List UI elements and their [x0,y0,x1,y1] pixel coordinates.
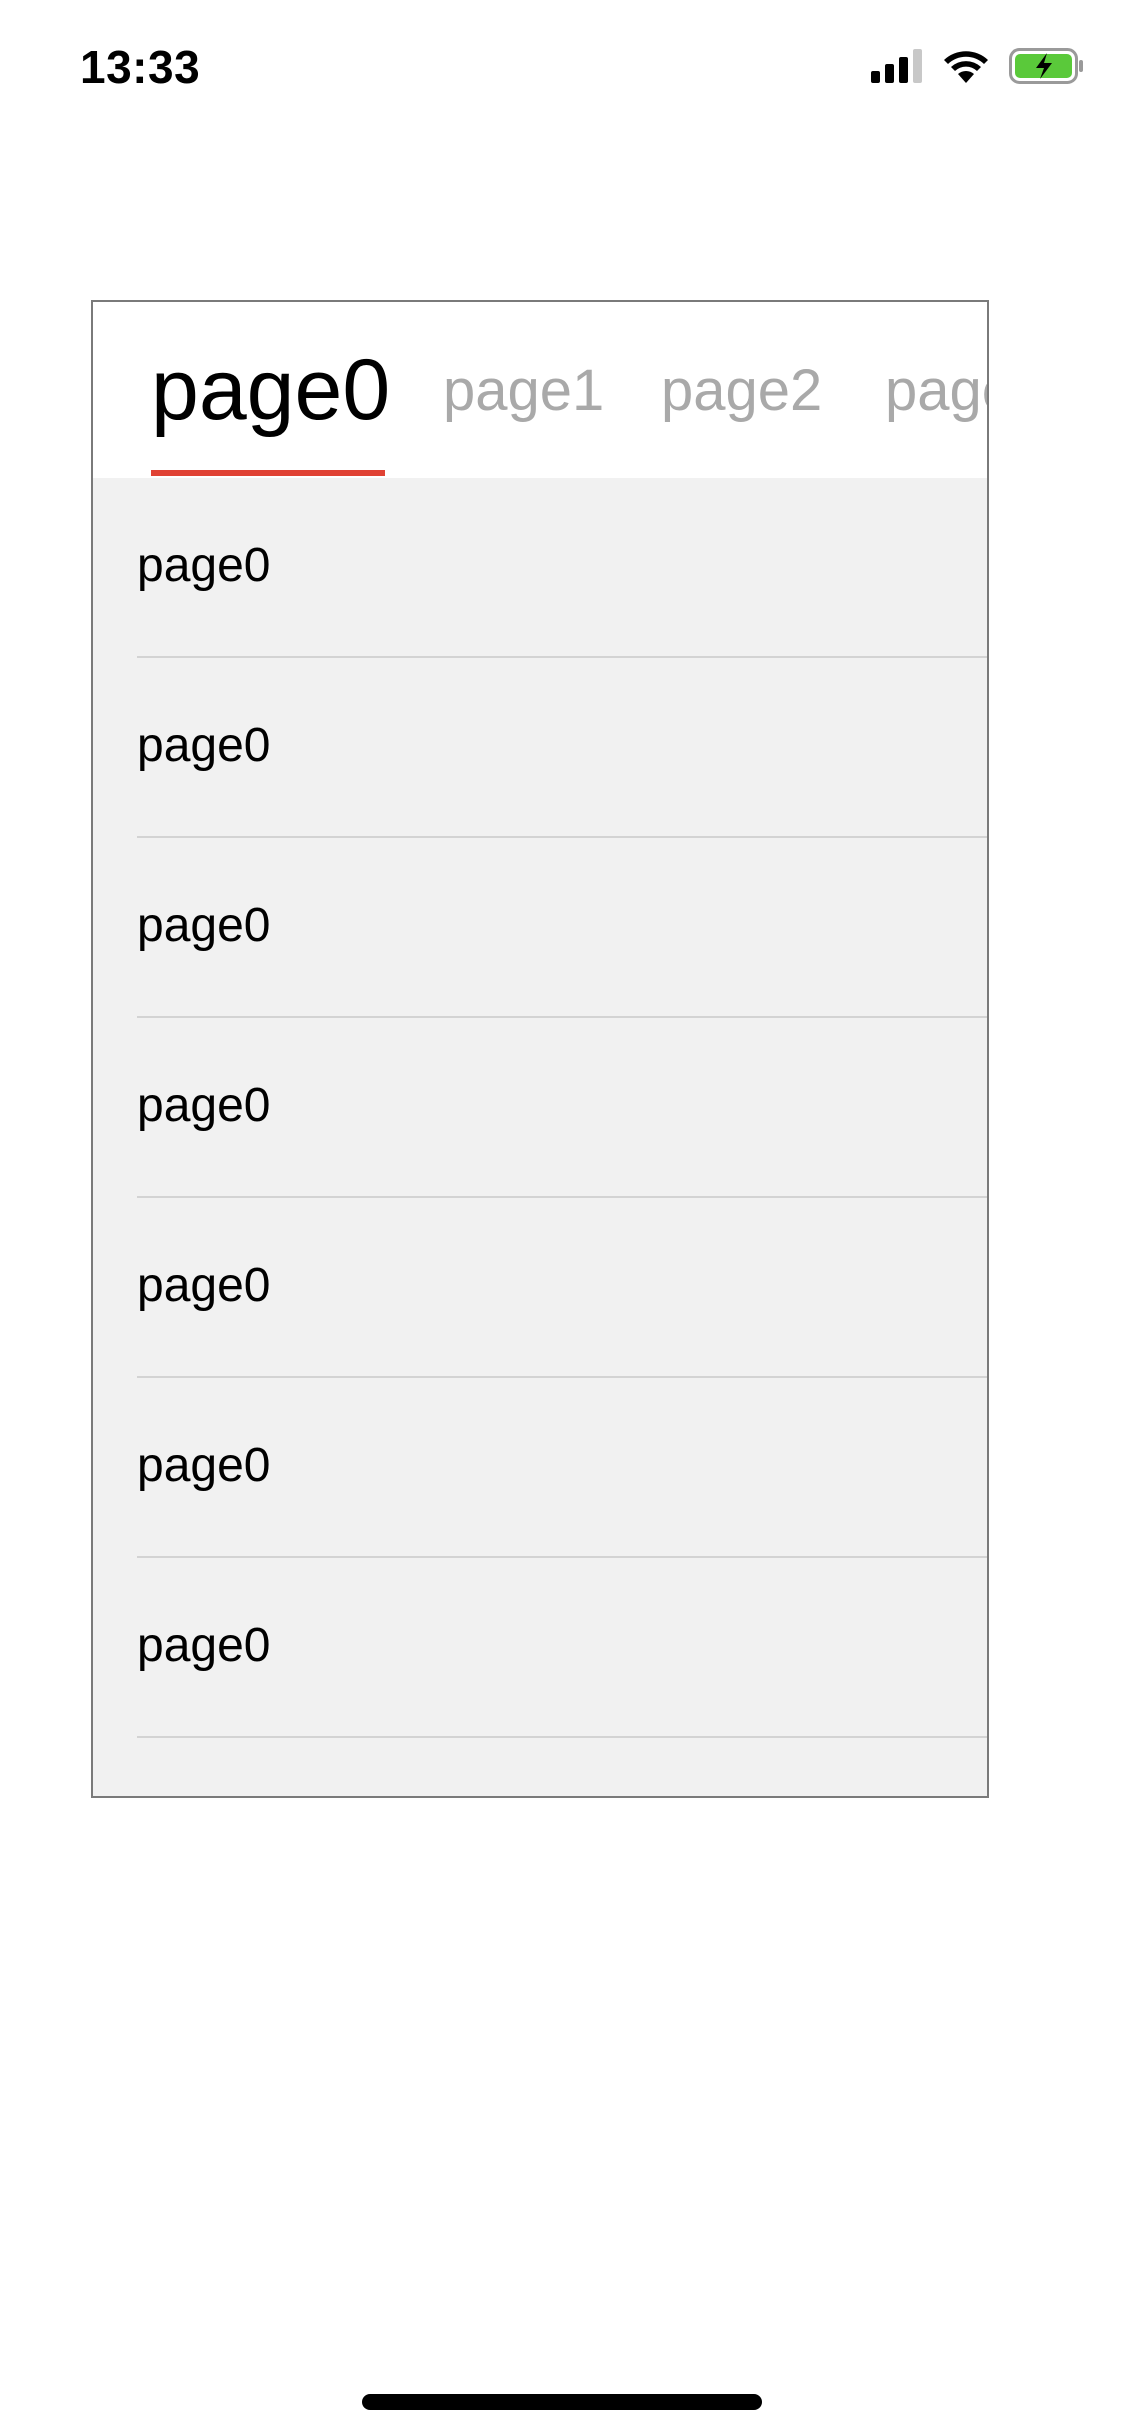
list-item-label: page0 [137,1259,271,1312]
status-time: 13:33 [80,41,201,93]
list-divider [137,1736,987,1738]
tab-bar: page0 page1 page2 page3 [93,302,987,478]
list-item-label: page0 [137,1439,271,1492]
list-item[interactable]: page0 [93,1198,987,1378]
status-bar: 13:33 [0,0,1125,132]
tab-selected-indicator [151,470,385,476]
page-list[interactable]: page0 page0 page0 page0 page0 page0 page… [93,478,987,1738]
list-item[interactable]: page0 [93,478,987,658]
cellular-signal-icon [871,48,923,88]
list-item-label: page0 [137,1619,271,1672]
list-item[interactable]: page0 [93,1018,987,1198]
battery-charging-icon [1009,47,1085,89]
wifi-icon [943,49,989,88]
list-item[interactable]: page0 [93,838,987,1018]
list-item-label: page0 [137,899,271,952]
list-item-label: page0 [137,719,271,772]
list-item[interactable]: page0 [93,1558,987,1738]
list-item-label: page0 [137,539,271,592]
tab-page2[interactable]: page2 [661,302,822,478]
tab-page3[interactable]: page3 [885,302,987,478]
tab-page0[interactable]: page0 [151,302,390,478]
tab-page1[interactable]: page1 [443,302,604,478]
tab-container: page0 page1 page2 page3 page0 page0 page… [91,300,989,1798]
status-icons [871,47,1085,89]
home-indicator[interactable] [362,2394,762,2410]
list-item[interactable]: page0 [93,1378,987,1558]
list-item-label: page0 [137,1079,271,1132]
list-item[interactable]: page0 [93,658,987,838]
